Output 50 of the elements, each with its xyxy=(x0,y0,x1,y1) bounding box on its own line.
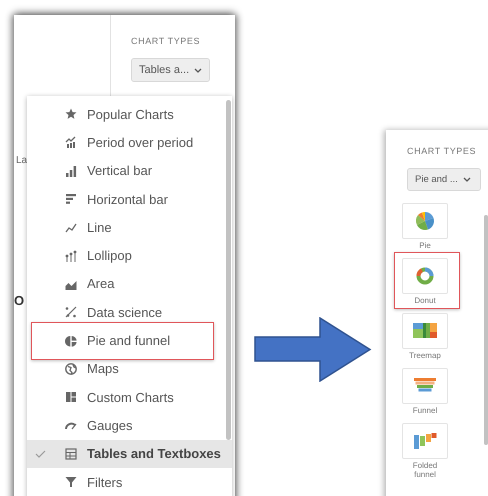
folded-funnel-icon xyxy=(413,431,437,451)
menu-item[interactable]: Line xyxy=(27,213,232,242)
menu-item[interactable]: Filters xyxy=(27,468,232,496)
menu-item[interactable]: Horizontal bar xyxy=(27,184,232,214)
menu-item[interactable]: Popular Charts xyxy=(27,100,232,128)
blocks-icon xyxy=(65,391,77,404)
chart-option[interactable]: Funnel xyxy=(394,362,460,419)
chart-option[interactable]: Donut xyxy=(394,252,460,309)
bar-trend-icon xyxy=(65,136,77,148)
horizontal-bar-icon xyxy=(65,193,77,206)
pie-chart-icon xyxy=(413,211,437,231)
cropped-text: O xyxy=(14,293,24,308)
tile-label: Treemap xyxy=(409,351,441,360)
star-icon xyxy=(65,108,77,120)
menu-item[interactable]: Pie and funnel xyxy=(27,326,232,355)
scrollbar[interactable] xyxy=(226,100,231,440)
menu-item[interactable]: Vertical bar xyxy=(27,156,232,185)
menu-item[interactable]: Data science xyxy=(27,298,232,326)
table-icon xyxy=(65,448,77,460)
chevron-down-icon xyxy=(194,68,202,72)
scrollbar[interactable] xyxy=(484,215,488,445)
globe-icon xyxy=(65,362,77,375)
filter-icon xyxy=(65,476,77,488)
chart-type-dropdown[interactable]: Tables a... xyxy=(131,58,210,82)
scatter-icon xyxy=(65,306,77,318)
pie-icon xyxy=(65,334,77,347)
section-title: CHART TYPES xyxy=(407,146,478,156)
menu-item[interactable]: Tables and Textboxes xyxy=(27,440,232,468)
menu-item[interactable]: Maps xyxy=(27,354,232,383)
chart-option[interactable]: Folded funnel xyxy=(394,417,460,483)
lollipop-icon xyxy=(65,250,77,262)
treemap-icon xyxy=(413,321,437,341)
cropped-text: La xyxy=(16,155,28,166)
bar-chart-icon xyxy=(65,164,77,177)
menu-item[interactable]: Period over period xyxy=(27,128,232,157)
chart-type-dropdown[interactable]: Pie and ... xyxy=(407,168,481,191)
tile-label: Donut xyxy=(414,296,436,305)
line-chart-icon xyxy=(65,221,77,234)
tile-label: Pie xyxy=(419,241,431,250)
tile-label: Funnel xyxy=(412,406,438,415)
menu-item[interactable]: Gauges xyxy=(27,411,232,440)
tile-label: Folded funnel xyxy=(412,461,438,479)
menu-item[interactable]: Area xyxy=(27,270,232,298)
menu-item[interactable]: Custom Charts xyxy=(27,382,232,412)
chart-option[interactable]: Pie xyxy=(394,197,460,254)
section-title: CHART TYPES xyxy=(131,36,202,46)
chart-option[interactable]: Treemap xyxy=(394,307,460,364)
menu-item[interactable]: Lollipop xyxy=(27,241,232,270)
chevron-down-icon xyxy=(462,177,471,182)
checkmark-icon xyxy=(35,450,46,458)
